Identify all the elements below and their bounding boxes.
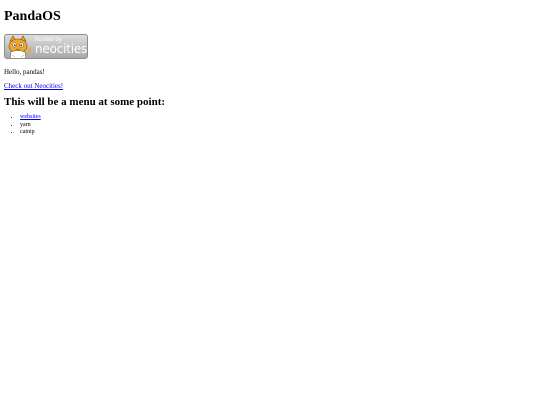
page: PandaOS hosted by neocities Hello, panda… — [0, 0, 540, 137]
greeting-text: Hello, pandas! — [4, 68, 45, 76]
neocities-cat-icon — [8, 35, 31, 58]
list-item[interactable]: websites — [20, 114, 536, 122]
list-item: yarn — [20, 122, 536, 130]
menu-list: websites yarn catnip — [4, 114, 536, 137]
hosted-by-neocities-badge[interactable]: hosted by neocities — [4, 34, 536, 60]
page-title: PandaOS — [4, 9, 61, 24]
check-out-neocities-link[interactable]: Check out Neocities! — [4, 82, 63, 90]
list-item: catnip — [20, 129, 536, 137]
menu-heading: This will be a menu at some point: — [4, 96, 166, 108]
neocities-link-paragraph: Check out Neocities! — [4, 82, 536, 90]
neocities-badge-image[interactable]: hosted by neocities — [4, 34, 88, 59]
menu-item-websites-link[interactable]: websites — [20, 114, 41, 120]
badge-neocities-text: neocities — [35, 42, 88, 56]
